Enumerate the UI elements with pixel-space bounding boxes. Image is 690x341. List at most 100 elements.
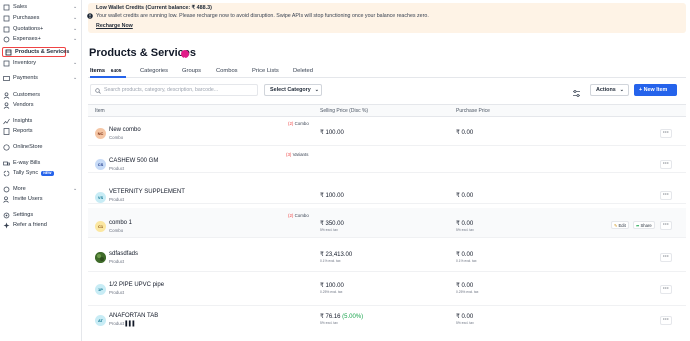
- sidebar-item-label: Products & Services: [15, 49, 70, 55]
- share-button[interactable]: ➦ Share: [633, 221, 655, 229]
- row-more-button[interactable]: ···: [660, 129, 672, 138]
- edit-button[interactable]: ✎ Edit: [611, 221, 629, 229]
- sidebar-item-expenses[interactable]: Expenses+ ⌄: [3, 34, 77, 44]
- sidebar-item-label: Quotations+: [13, 26, 44, 32]
- table-row[interactable]: [88, 238, 686, 272]
- share-icon: ➦: [636, 222, 640, 228]
- sidebar-item-refer-friend[interactable]: Refer a friend: [3, 220, 47, 230]
- item-name[interactable]: New combo: [109, 127, 141, 133]
- table-row[interactable]: [88, 306, 686, 341]
- chevron-down-icon: ⌄: [73, 4, 78, 10]
- sidebar-item-products-services[interactable]: Products & Services: [2, 47, 70, 57]
- sidebar-item-settings[interactable]: Settings: [3, 210, 33, 220]
- tabs-divider: [88, 77, 686, 78]
- selling-price: ₹ 100.00: [320, 193, 344, 199]
- item-avatar: C1: [95, 221, 106, 232]
- column-item: Item: [95, 108, 105, 114]
- sidebar: Sales ⌄ Purchases ⌄ Quotations+ ⌄ Expens…: [0, 0, 82, 341]
- table-row[interactable]: [88, 272, 686, 306]
- row-more-button[interactable]: ···: [660, 253, 672, 262]
- tag-count: (2): [288, 121, 294, 126]
- tab-price-lists[interactable]: Price Lists: [252, 68, 279, 74]
- tab-items[interactable]: Items 6405: [90, 68, 121, 74]
- table-row[interactable]: [88, 120, 686, 146]
- table-row[interactable]: [88, 147, 686, 173]
- new-badge: NEW: [41, 170, 54, 176]
- row-more-button[interactable]: ···: [660, 285, 672, 294]
- variants-tag: (3) Variants: [286, 152, 308, 157]
- selling-tax-note: 5% excl. tax: [320, 321, 338, 325]
- item-avatar: 1P: [95, 284, 106, 295]
- sidebar-item-eway-bills[interactable]: E-way Bills: [3, 158, 40, 168]
- selling-price: ₹ 23,413.00: [320, 252, 353, 258]
- item-name[interactable]: sdfasdfads: [109, 251, 138, 257]
- item-avatar: NC: [95, 128, 106, 139]
- chevron-down-icon: ⌄: [73, 75, 78, 81]
- column-settings-icon[interactable]: [572, 85, 581, 103]
- sidebar-item-inventory[interactable]: Inventory ⌄: [3, 58, 77, 68]
- column-purchase-price: Purchase Price: [456, 108, 490, 114]
- item-name[interactable]: combo 1: [109, 220, 132, 226]
- active-tab-indicator: [90, 76, 126, 78]
- play-video-icon[interactable]: [181, 50, 189, 61]
- sidebar-item-purchases[interactable]: Purchases ⌄: [3, 13, 77, 23]
- sidebar-item-label: Payments: [13, 75, 38, 81]
- item-name[interactable]: ANAFORTAN TAB: [109, 313, 158, 319]
- quotations-icon: [3, 26, 10, 33]
- chevron-down-icon: ⌄: [314, 87, 319, 93]
- tag-count: (2): [288, 213, 294, 218]
- row-more-button[interactable]: ···: [660, 160, 672, 169]
- sales-icon: [3, 4, 10, 11]
- table-row[interactable]: [88, 208, 686, 238]
- sidebar-item-label: Inventory: [13, 60, 37, 66]
- sidebar-item-tally-sync[interactable]: Tally Sync NEW: [3, 168, 54, 178]
- row-more-button[interactable]: ···: [660, 191, 672, 200]
- user-icon: [3, 91, 10, 99]
- combo-tag: (2) Combo: [288, 121, 309, 126]
- purchase-price: ₹ 0.00: [456, 221, 474, 227]
- purchase-price: ₹ 0.00: [456, 314, 474, 320]
- row-more-button[interactable]: ···: [660, 221, 672, 230]
- item-type-label: Product: [109, 321, 125, 326]
- actions-dropdown[interactable]: Actions ⌄: [590, 84, 629, 96]
- row-more-button[interactable]: ···: [660, 316, 672, 325]
- selling-tax-note: 5% excl. tax: [320, 228, 338, 232]
- sidebar-item-sales[interactable]: Sales ⌄: [3, 2, 77, 12]
- expenses-icon: [3, 36, 10, 43]
- search-input[interactable]: Search products, category, description, …: [90, 84, 258, 96]
- tab-categories[interactable]: Categories: [140, 68, 168, 74]
- item-name[interactable]: 1/2 PIPE UPVC pipe: [109, 282, 164, 288]
- tab-combos[interactable]: Combos: [216, 68, 238, 74]
- select-category-dropdown[interactable]: Select Category ⌄: [264, 84, 322, 96]
- tab-deleted[interactable]: Deleted: [293, 68, 313, 74]
- item-name[interactable]: VETERNITY SUPPLEMENT: [109, 189, 185, 195]
- tab-groups[interactable]: Groups: [182, 68, 201, 74]
- select-category-label: Select Category: [270, 87, 311, 93]
- chevron-down-icon: ⌄: [73, 186, 78, 192]
- share-label: Share: [640, 222, 652, 228]
- purchase-tax-note: 0.25% excl. tax: [456, 290, 479, 294]
- item-name[interactable]: CASHEW 500 GM: [109, 158, 158, 164]
- item-type: Combo: [109, 228, 124, 233]
- sidebar-item-invite-users[interactable]: Invite Users: [3, 194, 43, 204]
- box-icon: [5, 49, 12, 56]
- sidebar-item-label: Reports: [13, 128, 33, 134]
- sidebar-item-insights[interactable]: Insights: [3, 116, 32, 126]
- chevron-down-icon: ⌄: [73, 36, 78, 42]
- sidebar-item-onlinestore[interactable]: OnlineStore: [3, 142, 43, 152]
- sidebar-item-label: OnlineStore: [13, 144, 43, 150]
- sidebar-item-more[interactable]: More ⌄: [3, 184, 77, 194]
- sidebar-item-reports[interactable]: Reports: [3, 126, 33, 136]
- item-type: Product: [109, 259, 125, 264]
- tab-label: Items: [90, 68, 106, 74]
- recharge-now-link[interactable]: Recharge Now: [96, 23, 133, 29]
- tag-label: Combo: [294, 213, 309, 218]
- sidebar-item-quotations[interactable]: Quotations+ ⌄: [3, 24, 77, 34]
- sidebar-item-vendors[interactable]: Vendors: [3, 100, 34, 110]
- new-item-button[interactable]: + New Item: [634, 84, 677, 96]
- item-type: Product: [109, 290, 125, 295]
- purchase-tax-note: 5% excl. tax: [456, 228, 474, 232]
- sidebar-item-customers[interactable]: Customers: [3, 90, 40, 100]
- sidebar-item-payments[interactable]: Payments ⌄: [3, 73, 77, 83]
- inventory-icon: [3, 60, 10, 67]
